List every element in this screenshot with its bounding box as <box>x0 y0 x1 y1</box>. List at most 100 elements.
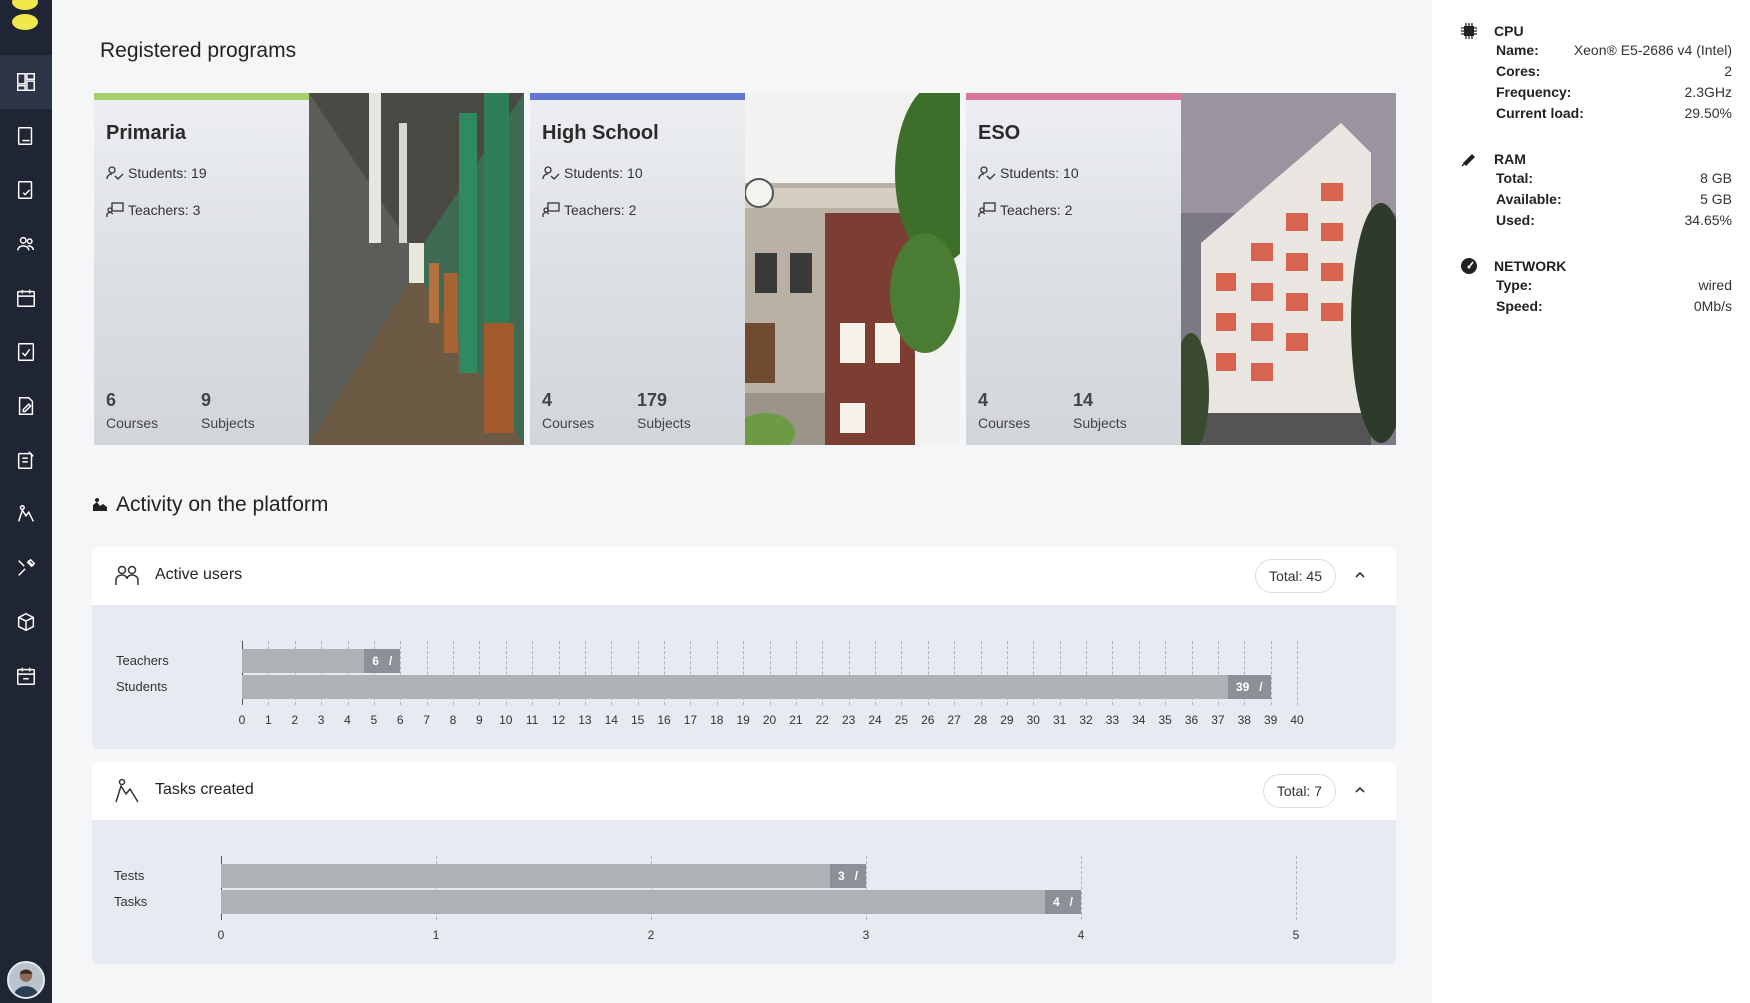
network-row-value: wired <box>1698 277 1732 293</box>
courses-count: 4 <box>542 390 553 410</box>
ram-rows: Total: 8 GB Available: 5 GB Used: 34.65% <box>1460 168 1732 231</box>
category-label: Students <box>116 679 168 694</box>
network-title: NETWORK <box>1494 258 1567 274</box>
x-tick-label: 10 <box>499 713 513 727</box>
x-tick-label: 38 <box>1237 713 1251 727</box>
x-tick-label: 1 <box>432 928 440 942</box>
ram-row: Available: 5 GB <box>1496 189 1732 210</box>
x-tick-label: 31 <box>1052 713 1067 727</box>
students-label: Students: 10 <box>564 165 643 181</box>
bar-students[interactable]: 39 / <box>242 675 1271 699</box>
x-tick-label: 30 <box>1026 713 1040 727</box>
tasks-created-title: Tasks created <box>155 781 254 798</box>
bar-separator: / <box>1259 680 1263 694</box>
x-tick-label: 12 <box>551 713 566 727</box>
bar-data-label: 4/ <box>1044 890 1081 914</box>
program-name: High School <box>542 122 659 144</box>
bar-teachers[interactable]: 6/ <box>242 649 401 673</box>
sidebar-nav <box>0 55 52 703</box>
program-card-high-school[interactable]: High School Students: 10 Teachers: 2 4 C… <box>530 93 960 445</box>
sidebar-item-assignments[interactable] <box>0 433 52 487</box>
sidebar <box>0 0 52 1003</box>
subjects-count: 14 <box>1073 390 1094 410</box>
sidebar-item-users[interactable] <box>0 217 52 271</box>
bar-tests[interactable]: 3/ <box>221 864 866 888</box>
x-tick-label: 20 <box>762 713 777 727</box>
dashboard-icon <box>17 73 35 91</box>
x-tick-label: 11 <box>525 713 539 727</box>
subjects-label: Subjects <box>201 415 255 431</box>
sidebar-item-tasks[interactable] <box>0 487 52 541</box>
ram-row-key: Available: <box>1496 191 1562 207</box>
ram-section: RAM Total: 8 GB Available: 5 GB Used: 34.65% <box>1460 150 1732 231</box>
x-tick-label: 29 <box>1000 713 1014 727</box>
program-name: Primaria <box>106 122 187 144</box>
network-row-key: Speed: <box>1496 298 1543 314</box>
main-content: Registered programs Primaria Students: 1… <box>52 0 1432 1003</box>
sidebar-item-resources[interactable] <box>0 595 52 649</box>
ram-row-key: Used: <box>1496 212 1535 228</box>
teachers-count: Teachers: 2 <box>542 202 636 218</box>
x-tick-label: 19 <box>736 713 750 727</box>
grid-line <box>1081 856 1082 920</box>
cpu-row-value: 2.3GHz <box>1684 84 1732 100</box>
ram-header: RAM <box>1460 150 1732 168</box>
program-photo-hallway <box>309 93 524 445</box>
x-tick-label: 6 <box>396 713 404 727</box>
network-section: NETWORK Type: wired Speed: 0Mb/s <box>1460 257 1732 317</box>
grid-line <box>1270 641 1272 705</box>
x-tick-label: 35 <box>1158 713 1172 727</box>
bar-data-label: 3/ <box>829 864 866 888</box>
tasks-created-chart: 0 1 2 3 4 5 Tests 3/Tasks 4/ <box>92 820 1396 964</box>
courses-count: 4 <box>978 390 989 410</box>
cpu-section: CPU Name: Xeon® E5-2686 v4 (Intel) Cores: 2… <box>1460 22 1732 124</box>
teachers-label: Teachers: 2 <box>1000 202 1073 218</box>
sidebar-item-evaluation[interactable] <box>0 325 52 379</box>
subjects-label: Subjects <box>1073 415 1127 431</box>
program-accent <box>94 93 309 100</box>
active-users-header[interactable]: Active users Total: 45 <box>92 547 1396 605</box>
program-cards: Primaria Students: 19 Teachers: 3 6 Cour… <box>94 93 1396 445</box>
student-icon <box>978 166 996 180</box>
sidebar-item-notes[interactable] <box>0 379 52 433</box>
sidebar-item-schedule[interactable] <box>0 649 52 703</box>
page-title: Registered programs <box>100 39 297 62</box>
x-tick-label: 3 <box>862 928 870 942</box>
schedule-icon <box>17 667 35 685</box>
users-icon <box>17 236 35 251</box>
program-info: High School Students: 10 Teachers: 2 4 C… <box>530 100 745 445</box>
speedometer-icon <box>1461 258 1477 274</box>
teachers-count: Teachers: 3 <box>106 202 200 218</box>
chevron-up-icon[interactable] <box>1350 780 1370 800</box>
avatar-image <box>9 963 43 997</box>
courses-label: Courses <box>106 415 159 431</box>
x-tick-label: 9 <box>476 713 483 727</box>
tools-icon <box>18 558 36 576</box>
program-card-eso[interactable]: ESO Students: 10 Teachers: 2 4 Courses 1… <box>966 93 1396 445</box>
category-label: Teachers <box>116 653 169 668</box>
program-photo-apartment-building <box>1181 93 1396 445</box>
app-logo[interactable] <box>12 0 40 34</box>
edit-document-icon <box>18 397 34 415</box>
x-tick-label: 39 <box>1263 713 1278 727</box>
students-count: Students: 10 <box>542 165 643 181</box>
ram-row: Total: 8 GB <box>1496 168 1732 189</box>
sidebar-item-review[interactable] <box>0 163 52 217</box>
box-icon <box>17 612 35 632</box>
sidebar-item-dashboard[interactable] <box>0 55 52 109</box>
bar-tasks[interactable]: 4/ <box>221 890 1081 914</box>
cpu-row-key: Current load: <box>1496 105 1584 121</box>
network-header: NETWORK <box>1460 257 1732 275</box>
chevron-up-icon[interactable] <box>1350 565 1370 585</box>
sidebar-item-calendar[interactable] <box>0 271 52 325</box>
sidebar-item-documents[interactable] <box>0 109 52 163</box>
sidebar-item-tools[interactable] <box>0 541 52 595</box>
program-photo-school-building <box>745 93 960 445</box>
tasks-created-header[interactable]: Tasks created Total: 7 <box>92 762 1396 820</box>
x-tick-label: 4 <box>1077 928 1085 942</box>
subjects-count: 179 <box>637 390 668 410</box>
program-card-primaria[interactable]: Primaria Students: 19 Teachers: 3 6 Cour… <box>94 93 524 445</box>
network-row-key: Type: <box>1496 277 1533 293</box>
document-icon <box>17 127 33 145</box>
user-avatar[interactable] <box>7 961 45 999</box>
